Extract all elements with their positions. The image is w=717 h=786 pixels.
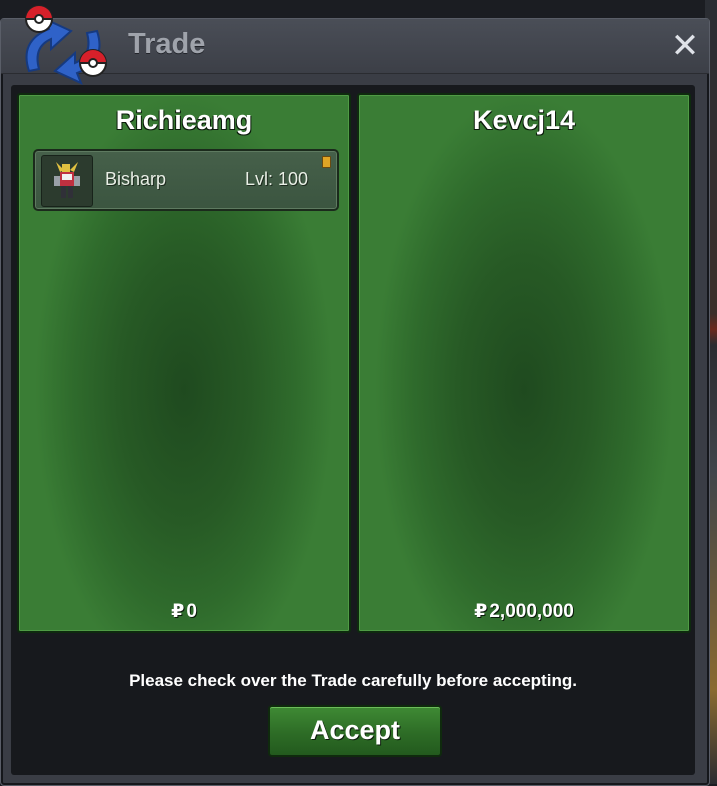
money-amount-right: 2,000,000 (489, 601, 574, 622)
window-title: Trade (128, 28, 206, 60)
trade-body: Richieamg Bisharp Lvl: 100 ₽ 0 Kevcj14 ₽… (11, 85, 695, 775)
accept-button[interactable]: Accept (268, 705, 442, 757)
currency-icon: ₽ (171, 601, 185, 622)
player-name-right: Kevcj14 (472, 105, 576, 135)
pokeball-icon (25, 5, 53, 33)
money-amount-left: 0 (186, 601, 197, 622)
close-icon[interactable]: ✕ (667, 28, 703, 64)
money-left: ₽0 (19, 600, 349, 623)
money-right: ₽2,000,000 (359, 600, 689, 623)
item-name: Bisharp (105, 169, 167, 189)
item-level: Lvl: 100 (245, 169, 309, 189)
player-name-left: Richieamg (115, 105, 253, 135)
trade-panel-left: Richieamg Bisharp Lvl: 100 ₽ 0 (17, 93, 351, 633)
held-item-icon (322, 156, 331, 168)
trade-window: Trade ✕ Richieamg Bisharp Lvl: 100 ₽ 0 K… (0, 5, 710, 786)
trade-panel-right: Kevcj14 ₽2,000,000 (357, 93, 691, 633)
trade-notice: Please check over the Trade carefully be… (129, 671, 577, 690)
bisharp-sprite-icon (41, 155, 93, 207)
currency-icon: ₽ (474, 601, 488, 622)
trade-item[interactable]: Bisharp Lvl: 100 (33, 149, 339, 211)
